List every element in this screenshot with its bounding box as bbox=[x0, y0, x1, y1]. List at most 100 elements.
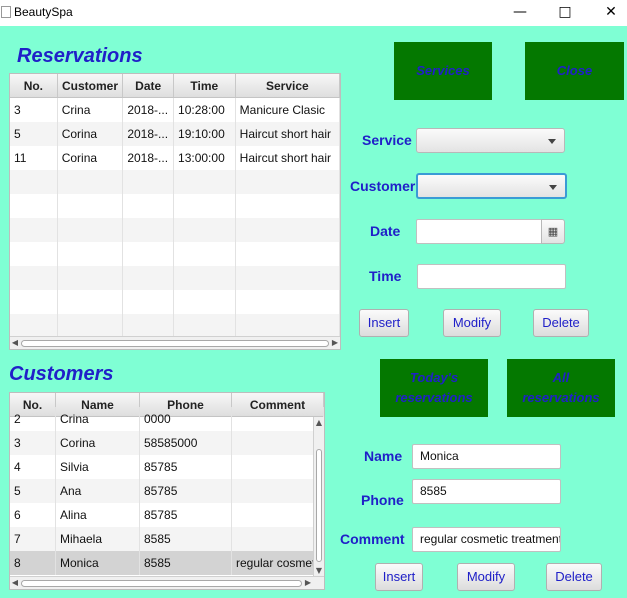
reservation-delete-button[interactable]: Delete bbox=[533, 309, 589, 337]
table-cell bbox=[232, 527, 324, 551]
all-reservations-button[interactable]: All reservations bbox=[507, 359, 615, 417]
table-cell: Haircut short hair bbox=[236, 146, 340, 170]
scroll-right-icon[interactable]: ▶ bbox=[303, 577, 313, 589]
customers-vertical-scrollbar[interactable]: ▲ ▼ bbox=[313, 417, 324, 576]
reservation-insert-button[interactable]: Insert bbox=[359, 309, 409, 337]
table-row[interactable]: 4 Silvia 85785 bbox=[10, 455, 324, 479]
maximize-icon[interactable]: □ bbox=[542, 0, 588, 26]
table-cell bbox=[58, 170, 124, 194]
scroll-left-icon[interactable]: ◀ bbox=[10, 337, 20, 349]
customer-label: Customer bbox=[350, 178, 416, 194]
table-cell: 0000 bbox=[140, 407, 232, 431]
table-cell: Crina bbox=[56, 407, 140, 431]
table-cell bbox=[174, 314, 236, 338]
customers-heading: Customers bbox=[9, 363, 114, 385]
reservations-heading: Reservations bbox=[17, 45, 143, 67]
comment-input[interactable]: regular cosmetic treatment bbox=[412, 527, 561, 552]
scrollbar-thumb[interactable] bbox=[21, 580, 302, 587]
table-row[interactable] bbox=[10, 170, 340, 194]
services-button[interactable]: Services bbox=[394, 42, 492, 100]
column-header[interactable]: Time bbox=[174, 74, 236, 97]
reservations-table-header: No. Customer Date Time Service bbox=[10, 74, 340, 98]
table-row[interactable]: 6 Alina 85785 bbox=[10, 503, 324, 527]
customer-combo[interactable] bbox=[416, 173, 567, 199]
scroll-right-icon[interactable]: ▶ bbox=[330, 337, 340, 349]
window-title: BeautySpa bbox=[14, 5, 73, 19]
table-row[interactable]: 5 Corina 2018-... 19:10:00 Haircut short hai… bbox=[10, 122, 340, 146]
table-cell bbox=[123, 194, 175, 218]
chevron-down-icon bbox=[549, 185, 557, 190]
table-cell bbox=[174, 242, 236, 266]
table-cell: Corina bbox=[58, 146, 124, 170]
customer-modify-button[interactable]: Modify bbox=[457, 563, 515, 591]
table-row[interactable]: 7 Mihaela 8585 bbox=[10, 527, 324, 551]
service-combo[interactable] bbox=[416, 128, 565, 153]
customer-insert-button[interactable]: Insert bbox=[375, 563, 423, 591]
column-header[interactable]: Date bbox=[123, 74, 175, 97]
todays-reservations-button[interactable]: Today's reservations bbox=[380, 359, 488, 417]
table-cell bbox=[174, 194, 236, 218]
table-row[interactable] bbox=[10, 266, 340, 290]
reservation-modify-button[interactable]: Modify bbox=[443, 309, 501, 337]
table-cell: 19:10:00 bbox=[174, 122, 236, 146]
time-input[interactable] bbox=[417, 264, 566, 289]
scroll-up-icon[interactable]: ▲ bbox=[314, 417, 324, 428]
chevron-down-icon bbox=[548, 139, 556, 144]
table-cell: 5 bbox=[10, 479, 56, 503]
customers-table[interactable]: No. Name Phone Comment 2 Crina 0000 3 Corina 585… bbox=[9, 392, 325, 590]
table-cell: 2018-... bbox=[123, 98, 175, 122]
name-input[interactable]: Monica bbox=[412, 444, 561, 469]
table-row[interactable]: 3 Corina 58585000 bbox=[10, 431, 324, 455]
reservations-horizontal-scrollbar[interactable]: ◀ ▶ bbox=[10, 336, 340, 349]
scrollbar-thumb[interactable] bbox=[316, 449, 322, 562]
date-input[interactable] bbox=[416, 219, 542, 244]
table-cell bbox=[232, 407, 324, 431]
table-cell: 85785 bbox=[140, 455, 232, 479]
table-cell bbox=[10, 218, 58, 242]
table-cell: 2 bbox=[10, 407, 56, 431]
scroll-left-icon[interactable]: ◀ bbox=[10, 577, 20, 589]
table-cell bbox=[232, 479, 324, 503]
reservations-table[interactable]: No. Customer Date Time Service 3 Crina 2018-..… bbox=[9, 73, 341, 350]
customers-horizontal-scrollbar[interactable]: ◀ ▶ bbox=[10, 576, 324, 589]
table-row[interactable]: 2 Crina 0000 bbox=[10, 407, 324, 431]
table-row[interactable] bbox=[10, 242, 340, 266]
table-cell: Manicure Clasic bbox=[236, 98, 340, 122]
table-row[interactable]: 5 Ana 85785 bbox=[10, 479, 324, 503]
table-cell: 13:00:00 bbox=[174, 146, 236, 170]
table-cell: Corina bbox=[58, 122, 124, 146]
phone-input[interactable]: 8585 bbox=[412, 479, 561, 504]
minimize-icon[interactable]: — bbox=[497, 0, 543, 26]
column-header[interactable]: No. bbox=[10, 74, 58, 97]
table-cell bbox=[236, 218, 340, 242]
table-cell bbox=[10, 290, 58, 314]
table-cell bbox=[236, 314, 340, 338]
table-cell bbox=[123, 242, 175, 266]
table-row[interactable] bbox=[10, 194, 340, 218]
table-cell: Ana bbox=[56, 479, 140, 503]
table-row[interactable] bbox=[10, 218, 340, 242]
service-label: Service bbox=[362, 132, 412, 148]
table-cell: 8585 bbox=[140, 527, 232, 551]
table-row[interactable]: 11 Corina 2018-... 13:00:00 Haircut short ha… bbox=[10, 146, 340, 170]
table-cell bbox=[236, 290, 340, 314]
table-cell bbox=[174, 266, 236, 290]
table-row[interactable] bbox=[10, 314, 340, 338]
table-cell bbox=[123, 170, 175, 194]
scroll-down-icon[interactable]: ▼ bbox=[314, 565, 324, 576]
table-cell: 6 bbox=[10, 503, 56, 527]
close-button[interactable]: Close bbox=[525, 42, 624, 100]
column-header[interactable]: Service bbox=[236, 74, 340, 97]
column-header[interactable]: Customer bbox=[58, 74, 124, 97]
table-row[interactable]: 3 Crina 2018-... 10:28:00 Manicure Clasic bbox=[10, 98, 340, 122]
calendar-icon[interactable]: ▦ bbox=[541, 219, 565, 244]
phone-label: Phone bbox=[361, 492, 404, 508]
table-cell bbox=[236, 242, 340, 266]
todays-reservations-line2: reservations bbox=[395, 390, 473, 405]
table-row[interactable] bbox=[10, 290, 340, 314]
date-label: Date bbox=[370, 223, 401, 239]
table-row[interactable]: 8Monica8585regular cosmetic treatment bbox=[10, 551, 324, 575]
scrollbar-thumb[interactable] bbox=[21, 340, 329, 347]
customer-delete-button[interactable]: Delete bbox=[546, 563, 602, 591]
close-icon[interactable]: ✕ bbox=[588, 0, 627, 26]
